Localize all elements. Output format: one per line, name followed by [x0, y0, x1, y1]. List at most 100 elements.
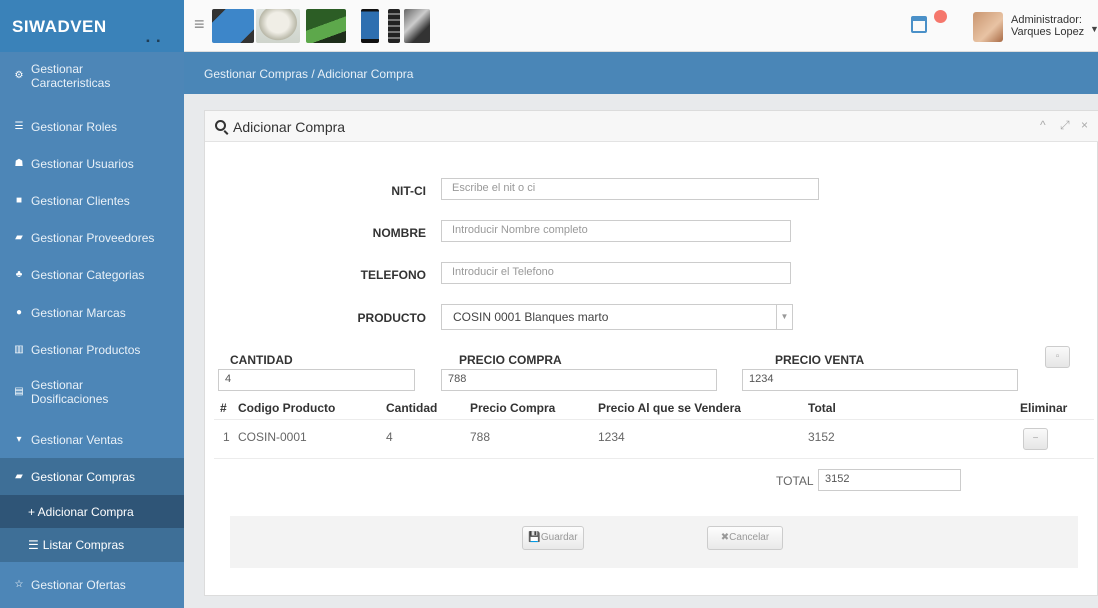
sidebar-item-label: Gestionar Ventas [31, 433, 124, 447]
total-label: TOTAL [776, 474, 814, 488]
breadcrumb: Gestionar Compras / Adicionar Compra [184, 52, 1098, 94]
briefcase-icon: ■ [15, 195, 23, 206]
table-header-codigo: Codigo Producto [238, 401, 336, 415]
sidebar-item-categorias[interactable]: ♣ Gestionar Categorias [0, 264, 184, 286]
banner-image-accessories [388, 9, 400, 43]
brand-logo[interactable]: SIWADVEN ▪ ▪ [0, 0, 184, 52]
row-codigo: COSIN-0001 [238, 430, 307, 444]
star-icon: ☆ [14, 579, 24, 590]
row-precio-compra: 788 [470, 430, 491, 444]
top-navbar: SIWADVEN ▪ ▪ ≡ Administrador: Varques Lo… [0, 0, 1098, 52]
table-header-precio-venta: Precio Al que se Vendera [598, 401, 741, 415]
sitemap-icon: ♣ [15, 269, 23, 280]
precio-venta-field[interactable]: 1234 [742, 369, 1018, 391]
delete-row-button[interactable]: − [1023, 428, 1048, 450]
calendar-icon[interactable] [911, 16, 927, 33]
document-icon: ▤ [14, 386, 24, 397]
producto-selected-value: COSIN 0001 Blanques marto [453, 310, 609, 324]
cantidad-label: CANTIDAD [230, 353, 293, 367]
sidebar: ⚙ Gestionar Caracteristicas ☰ Gestionar … [0, 52, 184, 608]
sidebar-item-caracteristicas[interactable]: ⚙ Gestionar Caracteristicas [0, 56, 184, 96]
circle-icon: ● [15, 307, 23, 318]
nombre-field[interactable]: Introducir Nombre completo [441, 220, 791, 242]
sidebar-item-label: Gestionar Ofertas [31, 578, 126, 592]
users-icon: ☗ [14, 158, 24, 169]
expand-icon[interactable]: ⤢ [1060, 118, 1070, 133]
sidebar-item-label: Listar Compras [42, 538, 125, 552]
barcode-icon: ▥ [14, 344, 24, 355]
banner-image-camera [404, 9, 430, 43]
banner-image-tablet [212, 9, 254, 43]
sidebar-subitem-adicionar-compra[interactable]: + Adicionar Compra [0, 495, 184, 528]
total-field[interactable]: 3152 [818, 469, 961, 491]
add-product-button[interactable]: ▫ [1045, 346, 1070, 368]
close-icon[interactable]: × [1081, 118, 1088, 132]
user-menu[interactable]: Administrador: Varques Lopez [1011, 14, 1084, 38]
table-header-number: # [220, 401, 227, 415]
brand-dots: ▪ ▪ [146, 36, 162, 47]
precio-compra-label: PRECIO COMPRA [459, 353, 562, 367]
sidebar-item-dosificaciones[interactable]: ▤ Gestionar Dosificaciones [0, 372, 184, 412]
telefono-field[interactable]: Introducir el Telefono [441, 262, 791, 284]
cancel-button[interactable]: ✖Cancelar [707, 526, 783, 550]
table-header-total: Total [808, 401, 836, 415]
sidebar-item-roles[interactable]: ☰ Gestionar Roles [0, 116, 184, 138]
truck-icon: ▰ [15, 232, 23, 243]
avatar[interactable] [973, 12, 1003, 42]
table-divider [214, 419, 1094, 420]
banner-image-phone [361, 9, 379, 43]
table-header-cantidad: Cantidad [386, 401, 438, 415]
sidebar-item-label: Gestionar Clientes [31, 194, 130, 208]
nit-label: NIT-CI [391, 184, 426, 198]
notification-badge[interactable] [934, 10, 947, 23]
hamburger-icon[interactable]: ≡ [194, 14, 205, 35]
sidebar-item-clientes[interactable]: ■ Gestionar Clientes [0, 190, 184, 212]
truck-icon: ▰ [15, 470, 23, 482]
user-role: Administrador: [1011, 14, 1082, 26]
chevron-down-icon[interactable]: ▼ [1090, 24, 1098, 34]
precio-compra-field[interactable]: 788 [441, 369, 717, 391]
save-button[interactable]: 💾Guardar [522, 526, 584, 550]
sidebar-item-label: Gestionar Dosificaciones [31, 378, 109, 406]
precio-venta-label: PRECIO VENTA [775, 353, 865, 367]
panel-header: Adicionar Compra ^ ⤢ × [205, 111, 1098, 142]
sidebar-item-productos[interactable]: ▥ Gestionar Productos [0, 339, 184, 361]
sidebar-item-ofertas[interactable]: ☆ Gestionar Ofertas [0, 574, 184, 596]
row-precio-venta: 1234 [598, 430, 625, 444]
panel-title: Adicionar Compra [233, 119, 346, 135]
producto-select[interactable]: COSIN 0001 Blanques marto ▼ [441, 304, 793, 330]
sidebar-item-usuarios[interactable]: ☗ Gestionar Usuarios [0, 153, 184, 175]
cart-icon: ▾ [16, 434, 22, 445]
nit-field[interactable]: Escribe el nit o ci [441, 178, 819, 200]
row-total: 3152 [808, 430, 835, 444]
sidebar-item-label: Gestionar Proveedores [31, 231, 155, 245]
sidebar-item-proveedores[interactable]: ▰ Gestionar Proveedores [0, 227, 184, 249]
form-actions-bar [230, 516, 1078, 568]
row-cantidad: 4 [386, 430, 393, 444]
sidebar-item-label: Gestionar Compras [31, 469, 136, 484]
banner-image-device [306, 9, 346, 43]
brand-name: SIWADVEN [12, 17, 107, 36]
search-icon [215, 120, 226, 131]
row-number: 1 [223, 430, 230, 444]
user-full-name: Varques Lopez [1011, 26, 1085, 38]
sidebar-item-label: Gestionar Marcas [31, 306, 126, 320]
cantidad-field[interactable]: 4 [218, 369, 415, 391]
sidebar-item-ventas[interactable]: ▾ Gestionar Ventas [0, 429, 184, 451]
sidebar-subitem-listar-compras[interactable]: ☰ Listar Compras [0, 528, 184, 562]
table-header-precio-compra: Precio Compra [470, 401, 556, 415]
sidebar-item-label: Gestionar Categorias [31, 268, 145, 282]
sidebar-item-label: Gestionar Productos [31, 343, 141, 357]
chevron-down-icon: ▼ [776, 305, 792, 329]
sidebar-item-compras[interactable]: ▰ Gestionar Compras [0, 458, 184, 495]
collapse-icon[interactable]: ^ [1040, 118, 1046, 132]
telefono-label: TELEFONO [360, 268, 426, 282]
list-icon: ☰ [14, 121, 24, 132]
sidebar-item-marcas[interactable]: ● Gestionar Marcas [0, 302, 184, 324]
sidebar-item-label: Gestionar Roles [31, 120, 118, 134]
table-header-eliminar: Eliminar [1020, 401, 1068, 415]
nombre-label: NOMBRE [372, 226, 426, 240]
sidebar-item-label: Gestionar Usuarios [31, 157, 134, 171]
table-divider [214, 458, 1094, 459]
producto-label: PRODUCTO [357, 311, 426, 325]
